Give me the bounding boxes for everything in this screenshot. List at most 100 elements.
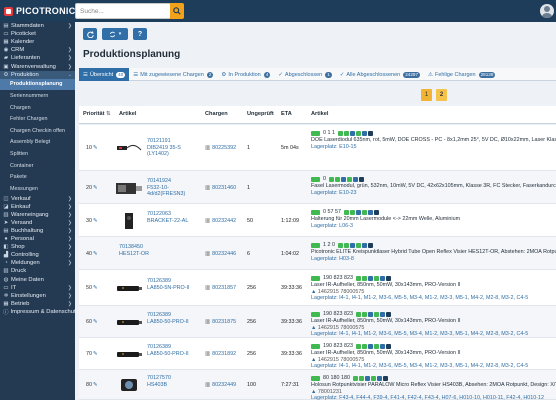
- refresh-button[interactable]: [83, 28, 97, 40]
- article-link[interactable]: 70122063 BRACKET-22-AL: [147, 211, 188, 224]
- sidebar-item-personal[interactable]: ● Personal ❯: [0, 235, 75, 243]
- edit-pencil-icon[interactable]: ✎: [93, 382, 98, 388]
- charge-cell[interactable]: ▥ 80225392: [205, 145, 236, 151]
- column-header[interactable]: ETA: [281, 111, 292, 117]
- table-row[interactable]: 70✎ 70126389 LA850-50-PRO-II ▥ 80231892 256 39…: [79, 338, 556, 370]
- charge-link[interactable]: 80232442: [212, 218, 236, 224]
- column-header[interactable]: Priorität ⇅: [83, 111, 111, 117]
- sidebar-item-stammdaten[interactable]: ▤ Stammdaten ❯: [0, 22, 75, 30]
- sidebar-item-controlling[interactable]: ▟ Controlling ❯: [0, 251, 75, 259]
- tab-mit-zugewiesene-chargen[interactable]: ☰ Mit zugewiesene Chargen 2: [129, 68, 217, 81]
- charge-cell[interactable]: ▥ 80232442: [205, 218, 236, 224]
- column-header[interactable]: Artikel: [311, 111, 328, 117]
- sidebar-subitem-chargen-checkin-offen[interactable]: Chargen Checkin offen: [0, 125, 75, 137]
- edit-pencil-icon[interactable]: ✎: [93, 251, 98, 257]
- storage-location[interactable]: Lagerplatz: I4-1, I4-1, M1-2, M3-6, M5-5…: [311, 331, 528, 338]
- sidebar-item-meine-daten[interactable]: ◍ Meine Daten: [0, 276, 75, 284]
- sidebar-subitem-produktionsplanung[interactable]: Produktionsplanung: [0, 78, 75, 91]
- tab--bersicht[interactable]: ☰ Übersicht 40: [79, 68, 130, 81]
- sidebar-item-meldungen[interactable]: ◔ Meldungen ❯: [0, 259, 75, 267]
- sidebar-subitem-pakete[interactable]: Pakete: [0, 171, 75, 183]
- sidebar-item-kalender[interactable]: ▦ Kalender: [0, 38, 75, 46]
- sidebar-item-produktion[interactable]: ⚙ Produktion ⌄: [0, 70, 75, 79]
- user-avatar[interactable]: [540, 4, 554, 18]
- column-header[interactable]: Ungeprüft: [247, 111, 274, 117]
- tab-alle-abgeschlossenen[interactable]: ✓ Alle Abgeschlossenen 24297: [336, 68, 424, 81]
- charge-cell[interactable]: ▥ 80231892: [205, 351, 236, 357]
- article-link[interactable]: 70138450 HES12T-OR: [119, 244, 149, 257]
- charge-link[interactable]: 80231460: [212, 185, 236, 191]
- edit-pencil-icon[interactable]: ✎: [93, 218, 98, 224]
- storage-location[interactable]: Lagerplatz: I4-1, I4-1, M1-2, M3-6, M5-5…: [311, 363, 528, 370]
- sidebar-item-betrieb[interactable]: ▦ Betrieb ❯: [0, 300, 75, 308]
- sidebar-item-it[interactable]: ▭ IT ❯: [0, 284, 75, 292]
- edit-pencil-icon[interactable]: ✎: [93, 185, 98, 191]
- sidebar-subitem-chargen[interactable]: Chargen: [0, 102, 75, 114]
- charge-cell[interactable]: ▥ 80231857: [205, 285, 236, 291]
- sidebar-subitem-messungen[interactable]: Messungen: [0, 183, 75, 195]
- charge-link[interactable]: 80232449: [212, 382, 236, 388]
- app-logo[interactable]: PICOTRONIC: [4, 5, 76, 17]
- sidebar-item-druck[interactable]: ▨ Druck: [0, 267, 75, 275]
- table-row[interactable]: 60✎ 70126389 LA850-50-PRO-II ▥ 80231875 256 39…: [79, 306, 556, 338]
- article-link[interactable]: 70141924 F532-10- 4d/d2(FRESN3): [147, 178, 185, 198]
- article-link[interactable]: 70126389 LA850-50-PRO-II: [147, 312, 189, 325]
- sidebar-subitem-assembly-belegt[interactable]: Assembly Belegt: [0, 137, 75, 149]
- search-input[interactable]: Suche...: [75, 3, 171, 19]
- charge-link[interactable]: 80232446: [212, 251, 236, 257]
- article-link[interactable]: 70126389 LA850-50-PRO-II: [147, 344, 189, 357]
- sidebar-item-impressum-datenschutz[interactable]: ⓘ Impressum & Datenschutz: [0, 308, 75, 316]
- tab-in-produktion[interactable]: ⚙ In Produktion 4: [217, 68, 274, 81]
- table-row[interactable]: 30✎ 70122063 BRACKET-22-AL ▥ 80232442 50 1:12:…: [79, 204, 556, 237]
- sidebar-subitem-splitten[interactable]: Splitten: [0, 148, 75, 160]
- storage-location[interactable]: Lagerplatz: I4-1, I4-1, M1-2, M3-6, M5-5…: [311, 295, 528, 302]
- table-row[interactable]: 80✎ 70127570 HS403B ▥ 80232449 100 7:27:31 80 1…: [79, 370, 556, 400]
- edit-pencil-icon[interactable]: ✎: [93, 285, 98, 291]
- tab-abgeschlossen[interactable]: ✓ Abgeschlossen 1: [274, 68, 335, 81]
- help-button[interactable]: ?: [133, 28, 147, 40]
- column-header[interactable]: Chargen: [205, 111, 228, 117]
- charge-link[interactable]: 80231892: [212, 351, 236, 357]
- sidebar-subitem-container[interactable]: Container: [0, 160, 75, 172]
- sidebar-item-picoticket[interactable]: ▭ Picoticket: [0, 30, 75, 38]
- table-row[interactable]: 10✎ 70121191 DIB2419 35-S (LY1402) ▥ 80225392…: [79, 125, 556, 171]
- article-link[interactable]: 70126389 LA850-5N-PRO-II: [147, 278, 190, 291]
- article-link[interactable]: 70127570 HS403B: [147, 375, 171, 388]
- charge-link[interactable]: 80231875: [212, 319, 236, 325]
- sidebar-item-verkauf[interactable]: ◫ Verkauf ❯: [0, 195, 75, 203]
- charge-cell[interactable]: ▥ 80231460: [205, 185, 236, 191]
- sidebar-item-wareneingang[interactable]: ▥ Wareneingang ❯: [0, 211, 75, 219]
- article-link[interactable]: 70121191 DIB2419 35-S (LY1402): [147, 138, 181, 158]
- sidebar-item-einstellungen[interactable]: ✲ Einstellungen ❯: [0, 292, 75, 300]
- storage-location[interactable]: Lagerplatz: F43-4, F44-4, F39-4, F41-4, …: [311, 395, 556, 400]
- sidebar-subitem-seriennummern[interactable]: Seriennummern: [0, 90, 75, 102]
- sidebar-subitem-fehler-chargen[interactable]: Fehler Chargen: [0, 113, 75, 125]
- storage-location[interactable]: Lagerplatz: L06-3: [311, 223, 460, 230]
- tab-fehlige-chargen[interactable]: ⚠ Fehlige Chargen 28138: [424, 68, 499, 81]
- page-button-1[interactable]: 1: [421, 89, 432, 101]
- search-button[interactable]: [170, 3, 184, 19]
- edit-pencil-icon[interactable]: ✎: [93, 319, 98, 325]
- sync-dropdown-button[interactable]: ▾: [102, 28, 128, 40]
- column-header[interactable]: Artikel: [119, 111, 136, 117]
- charge-link[interactable]: 80231857: [212, 285, 236, 291]
- sidebar-item-lieferanten[interactable]: ▰ Lieferanten ❯: [0, 54, 75, 62]
- charge-cell[interactable]: ▥ 80232449: [205, 382, 236, 388]
- table-row[interactable]: 50✎ 70126389 LA850-5N-PRO-II ▥ 80231857 256 39…: [79, 270, 556, 306]
- table-row[interactable]: 40✎ 70138450 HES12T-OR ▥ 80232446 6 1:04:02 1 2…: [79, 237, 556, 270]
- page-button-2[interactable]: 2: [436, 89, 447, 101]
- storage-location[interactable]: Lagerplatz: E10-23: [311, 190, 556, 197]
- edit-pencil-icon[interactable]: ✎: [93, 351, 98, 357]
- sidebar-item-shop[interactable]: ◧ Shop ❯: [0, 243, 75, 251]
- table-row[interactable]: 20✎ 70141924 F532-10- 4d/d2(FRESN3) ▥ 8023146…: [79, 171, 556, 204]
- charge-link[interactable]: 80225392: [212, 145, 236, 151]
- sidebar-item-einkauf[interactable]: ◪ Einkauf ❯: [0, 203, 75, 211]
- storage-location[interactable]: Lagerplatz: E10-15: [311, 144, 556, 151]
- charge-cell[interactable]: ▥ 80232446: [205, 251, 236, 257]
- sidebar-item-crm[interactable]: ◉ CRM ❯: [0, 46, 75, 54]
- sidebar-item-versand[interactable]: ➤ Versand ❯: [0, 219, 75, 227]
- charge-cell[interactable]: ▥ 80231875: [205, 319, 236, 325]
- sidebar-item-warenverwaltung[interactable]: ▣ Warenverwaltung ❯: [0, 62, 75, 70]
- edit-pencil-icon[interactable]: ✎: [93, 145, 98, 151]
- storage-location[interactable]: Lagerplatz: H03-8: [311, 256, 556, 263]
